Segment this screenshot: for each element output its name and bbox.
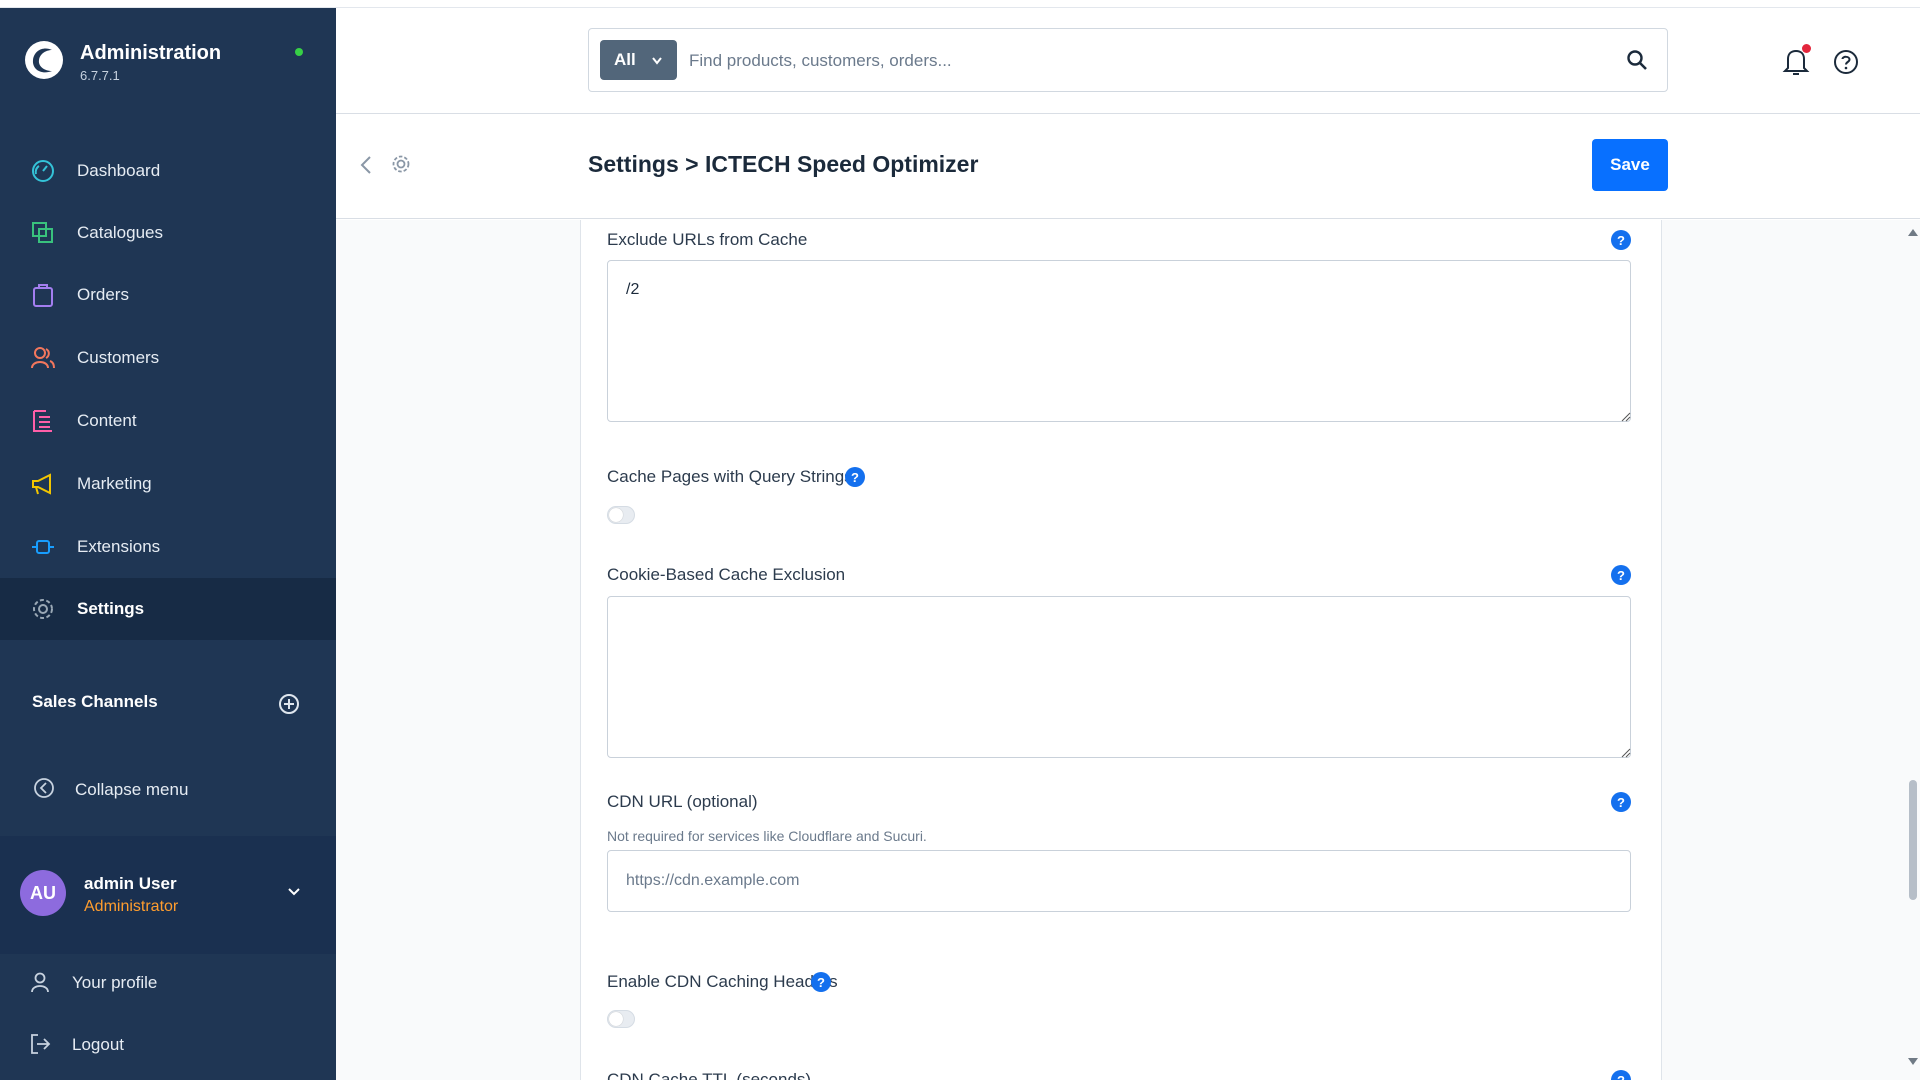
resize-handle-icon[interactable] bbox=[1621, 748, 1631, 758]
status-dot bbox=[295, 48, 303, 56]
search-input[interactable] bbox=[689, 41, 1589, 81]
scrollbar-thumb[interactable] bbox=[1909, 780, 1917, 900]
shopware-logo-icon bbox=[25, 41, 63, 79]
sidebar-item-label: Marketing bbox=[77, 474, 152, 493]
exclude-urls-textarea[interactable] bbox=[607, 260, 1631, 422]
cdn-headers-toggle[interactable] bbox=[607, 1010, 635, 1028]
sidebar-item-label: Orders bbox=[77, 285, 129, 304]
collapse-menu-button[interactable]: Collapse menu bbox=[0, 770, 336, 810]
sidebar-item-content[interactable]: Content bbox=[0, 390, 336, 452]
settings-content: Exclude URLs from Cache ? Cache Pages wi… bbox=[336, 220, 1920, 1080]
resize-handle-icon[interactable] bbox=[1621, 412, 1631, 422]
global-search: All bbox=[588, 28, 1668, 92]
user-name: admin User bbox=[84, 874, 177, 893]
collapse-icon bbox=[34, 778, 54, 798]
user-icon bbox=[31, 972, 49, 993]
save-button[interactable]: Save bbox=[1592, 139, 1668, 191]
app-version: 6.7.7.1 bbox=[80, 68, 120, 83]
page-title: Settings > ICTECH Speed Optimizer bbox=[588, 151, 979, 177]
top-strip bbox=[0, 0, 1920, 8]
settings-icon bbox=[33, 599, 53, 619]
notification-badge bbox=[1802, 44, 1811, 53]
marketing-icon bbox=[32, 473, 51, 495]
cookie-exclusion-label: Cookie-Based Cache Exclusion bbox=[607, 565, 846, 584]
content-icon bbox=[33, 410, 52, 432]
cdn-headers-label: Enable CDN Caching Headers bbox=[607, 972, 838, 991]
cdn-ttl-help-icon[interactable]: ? bbox=[1611, 1070, 1631, 1080]
sidebar-item-extensions[interactable]: Extensions bbox=[0, 516, 336, 578]
cache-query-toggle[interactable] bbox=[607, 506, 635, 524]
cookie-exclusion-textarea[interactable] bbox=[607, 596, 1631, 758]
gear-icon bbox=[392, 155, 410, 173]
sidebar-item-label: Catalogues bbox=[77, 223, 164, 242]
sidebar-item-label: Extensions bbox=[77, 537, 161, 556]
customers-icon bbox=[31, 347, 55, 369]
sidebar-item-label: Settings bbox=[77, 599, 145, 618]
cdn-url-input[interactable] bbox=[607, 850, 1631, 912]
sidebar-item-marketing[interactable]: Marketing bbox=[0, 453, 336, 515]
page-header: Settings > ICTECH Speed Optimizer Save bbox=[336, 115, 1920, 219]
sidebar-item-label: Content bbox=[77, 411, 137, 430]
search-icon[interactable] bbox=[1626, 49, 1648, 71]
back-arrow-icon[interactable] bbox=[358, 153, 374, 177]
sidebar-item-customers[interactable]: Customers bbox=[0, 327, 336, 389]
cookie-exclusion-help-icon[interactable]: ? bbox=[1611, 565, 1631, 585]
scroll-up-arrow-icon[interactable] bbox=[1908, 228, 1918, 236]
user-menu[interactable]: AU admin User Administrator bbox=[0, 836, 336, 954]
help-icon[interactable] bbox=[1832, 48, 1860, 76]
cdn-ttl-label: CDN Cache TTL (seconds) bbox=[607, 1070, 812, 1080]
your-profile-link[interactable]: Your profile bbox=[0, 958, 336, 1008]
chevron-down-icon bbox=[652, 57, 662, 65]
sidebar-item-dashboard[interactable]: Dashboard bbox=[0, 140, 336, 202]
dashboard-icon bbox=[32, 160, 54, 182]
cdn-url-hint: Not required for services like Cloudflar… bbox=[607, 828, 927, 844]
exclude-urls-label: Exclude URLs from Cache bbox=[607, 230, 808, 249]
cache-query-help-icon[interactable]: ? bbox=[845, 467, 865, 487]
user-role: Administrator bbox=[84, 898, 179, 915]
cdn-headers-help-icon[interactable]: ? bbox=[811, 972, 831, 992]
sidebar-item-settings[interactable]: Settings bbox=[0, 578, 336, 640]
logout-link[interactable]: Logout bbox=[0, 1020, 336, 1070]
orders-icon bbox=[33, 284, 53, 307]
cdn-url-label: CDN URL (optional) bbox=[607, 792, 758, 811]
sidebar: Administration 6.7.7.1 Dashboard Catalog… bbox=[0, 8, 336, 1080]
collapse-menu-label: Collapse menu bbox=[75, 780, 189, 799]
chevron-down-icon[interactable] bbox=[286, 884, 302, 900]
logout-icon bbox=[31, 1034, 51, 1054]
avatar: AU bbox=[20, 870, 66, 916]
sales-channels-heading: Sales Channels bbox=[32, 692, 158, 711]
notifications-button[interactable] bbox=[1782, 44, 1811, 78]
settings-card: Exclude URLs from Cache ? Cache Pages wi… bbox=[580, 220, 1662, 1080]
add-sales-channel-icon[interactable] bbox=[278, 693, 300, 715]
extensions-icon bbox=[32, 540, 54, 554]
top-bar: All bbox=[336, 8, 1920, 114]
exclude-urls-help-icon[interactable]: ? bbox=[1611, 230, 1631, 250]
sidebar-item-label: Dashboard bbox=[77, 161, 161, 180]
sidebar-item-orders[interactable]: Orders bbox=[0, 264, 336, 326]
brand: Administration 6.7.7.1 bbox=[0, 8, 336, 118]
cache-query-label: Cache Pages with Query Strings bbox=[607, 467, 853, 486]
scroll-down-arrow-icon[interactable] bbox=[1908, 1058, 1918, 1066]
logout-label: Logout bbox=[72, 1035, 124, 1054]
your-profile-label: Your profile bbox=[72, 973, 158, 992]
search-scope-dropdown[interactable]: All bbox=[600, 40, 677, 80]
sidebar-item-label: Customers bbox=[77, 348, 160, 367]
catalogues-icon bbox=[32, 222, 53, 243]
sidebar-item-catalogues[interactable]: Catalogues bbox=[0, 202, 336, 264]
cdn-url-help-icon[interactable]: ? bbox=[1611, 792, 1631, 812]
app-name: Administration bbox=[80, 42, 222, 64]
search-scope-label: All bbox=[614, 50, 636, 69]
vertical-scrollbar[interactable] bbox=[1906, 220, 1920, 1080]
